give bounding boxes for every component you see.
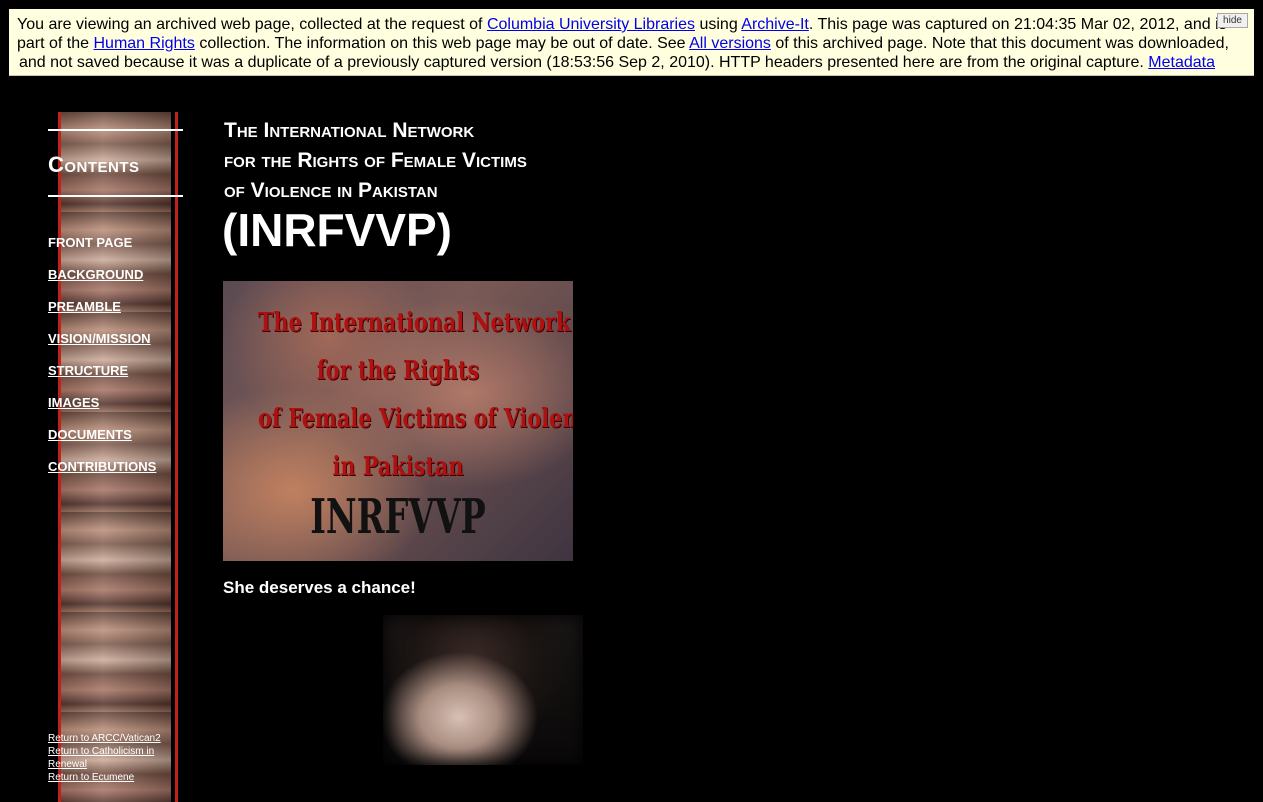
all-versions-link[interactable]: All versions [689,35,771,52]
nav-link-background[interactable]: BACKGROUND [48,267,143,282]
sidebar: Contents FRONT PAGE BACKGROUND PREAMBLE … [48,112,184,802]
nav-list: FRONT PAGE BACKGROUND PREAMBLE VISION/MI… [48,235,156,491]
nav-item-vision-mission[interactable]: VISION/MISSION [48,331,156,363]
page-title: The International Network for the Rights… [224,116,527,206]
poster-line: The International Network [258,308,571,338]
columbia-libraries-link[interactable]: Columbia University Libraries [487,16,695,33]
nav-item-preamble[interactable]: PREAMBLE [48,299,156,331]
title-line: The International Network [224,119,475,142]
nav-item-background[interactable]: BACKGROUND [48,267,156,299]
nav-item-documents[interactable]: DOCUMENTS [48,427,156,459]
nav-link-images[interactable]: IMAGES [48,395,99,410]
banner-text-2a: part of the [17,35,94,52]
nav-link-documents[interactable]: DOCUMENTS [48,427,132,442]
metadata-link[interactable]: Metadata [1148,54,1215,71]
poster-line: in Pakistan [332,452,464,482]
return-catholicism-link[interactable]: Return to Catholicism in Renewal [48,745,173,771]
archive-notice: You are viewing an archived web page, co… [17,15,1229,72]
banner-text-2b: collection. The information on this web … [194,35,690,52]
banner-text-2c: of this archived page. Note that this do… [770,35,1229,52]
page-acronym: (INRFVVP) [222,204,452,256]
poster-title: The International Network for the Rights… [258,299,573,491]
nav-item-contributions[interactable]: CONTRIBUTIONS [48,459,156,491]
filmstrip-edge-right [175,112,178,802]
return-links: Return to ARCC/Vatican2 Return to Cathol… [48,732,173,784]
contents-heading: Contents [48,152,140,177]
banner-text-1c: . This page was captured on 21:04:35 Mar… [808,16,1227,33]
nav-link-vision-mission[interactable]: VISION/MISSION [48,331,151,346]
return-ecumene-link[interactable]: Return to Ecumene [48,771,173,784]
human-rights-link[interactable]: Human Rights [94,35,195,52]
poster-acronym: INRFVVP [310,489,486,545]
tagline: She deserves a chance! [223,578,416,597]
return-arcc-link[interactable]: Return to ARCC/Vatican2 [48,732,173,745]
archive-it-link[interactable]: Archive-It [741,16,809,33]
divider-top [48,129,183,131]
banner-text-1b: using [695,16,742,33]
hide-banner-button[interactable]: hide [1217,13,1248,28]
nav-link-preamble[interactable]: PREAMBLE [48,299,121,314]
nav-link-structure[interactable]: STRUCTURE [48,363,128,378]
child-photo [383,615,583,765]
banner-text-3a: and not saved because it was a duplicate… [19,54,1149,71]
archive-banner: You are viewing an archived web page, co… [9,9,1254,76]
nav-link-front-page[interactable]: FRONT PAGE [48,235,132,250]
inrfvvp-poster-image: The International Network for the Rights… [223,281,573,561]
nav-link-contributions[interactable]: CONTRIBUTIONS [48,459,156,474]
title-line: for the Rights of Female Victims [224,149,527,172]
poster-line: of Female Victims of Violence [258,404,573,434]
banner-text-1a: You are viewing an archived web page, co… [17,16,487,33]
nav-item-front-page[interactable]: FRONT PAGE [48,235,156,267]
divider-bottom [48,195,183,197]
nav-item-structure[interactable]: STRUCTURE [48,363,156,395]
nav-item-images[interactable]: IMAGES [48,395,156,427]
poster-line: for the Rights [316,356,480,386]
